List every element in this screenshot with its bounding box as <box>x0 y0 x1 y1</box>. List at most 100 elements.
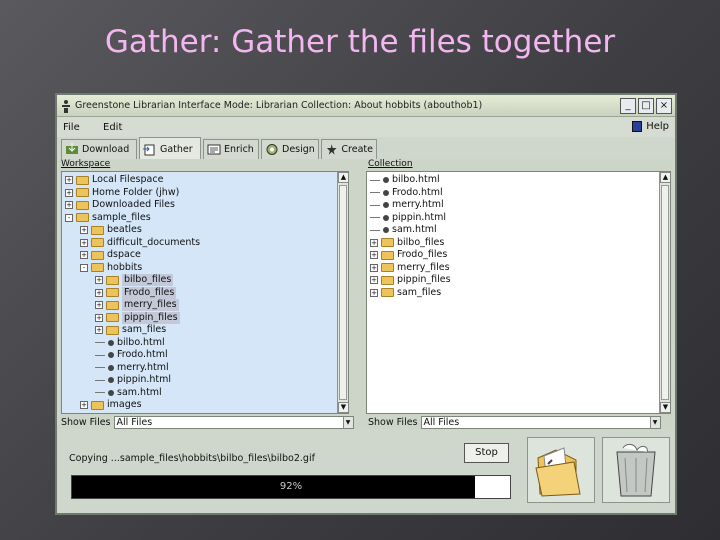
tree-folder-row[interactable]: - hobbits <box>80 262 142 274</box>
tree-folder-row[interactable]: + beatles <box>80 224 142 236</box>
tab-create[interactable]: Create <box>321 139 377 159</box>
workspace-scroll-thumb[interactable] <box>339 185 347 400</box>
collection-tree[interactable]: ▲ ▼ bilbo.html Frodo.html merry.html pippin… <box>366 171 671 414</box>
menu-help[interactable]: Help <box>632 121 669 132</box>
scroll-up-arrow-icon[interactable]: ▲ <box>338 172 348 183</box>
expand-icon[interactable]: + <box>95 326 103 334</box>
design-icon <box>266 144 278 155</box>
workspace-filter-select[interactable]: All Files ▼ <box>113 415 354 429</box>
trash-button[interactable] <box>602 437 670 503</box>
tab-download[interactable]: Download <box>61 139 137 159</box>
tree-folder-row[interactable]: + Frodo_files <box>370 249 447 261</box>
tree-file-row[interactable]: merry.html <box>95 362 169 374</box>
workspace-tree[interactable]: ▲ ▼ + Local Filespace + Home Folder (jhw) + D… <box>61 171 349 414</box>
workspace-scrollbar[interactable]: ▲ ▼ <box>337 172 348 413</box>
expand-icon[interactable]: + <box>95 301 103 309</box>
title-bar[interactable]: Greenstone Librarian Interface Mode: Lib… <box>57 95 675 117</box>
expand-icon[interactable]: + <box>80 251 88 259</box>
tree-file-row[interactable]: merry.html <box>370 199 444 211</box>
collapse-icon[interactable]: - <box>80 263 88 272</box>
tree-item-label: merry_files <box>122 299 179 311</box>
tree-file-row[interactable]: sam.html <box>95 387 162 399</box>
tree-folder-row[interactable]: + Downloaded Files <box>65 199 175 211</box>
collection-scroll-thumb[interactable] <box>661 185 669 400</box>
folder-icon <box>91 400 104 410</box>
tab-design[interactable]: Design <box>261 139 319 159</box>
file-icon <box>383 202 389 208</box>
tree-connector <box>95 367 105 368</box>
expand-icon[interactable]: + <box>65 188 73 197</box>
tree-file-row[interactable]: Frodo.html <box>370 187 443 199</box>
tab-enrich[interactable]: Enrich <box>203 139 259 159</box>
expand-icon[interactable]: + <box>80 226 88 234</box>
progress-area: Copying ...sample_files\hobbits\bilbo_fi… <box>59 433 519 508</box>
stop-button[interactable]: Stop <box>464 443 509 463</box>
scroll-down-arrow-icon[interactable]: ▼ <box>660 402 670 413</box>
maximize-button[interactable]: □ <box>638 98 654 114</box>
expand-icon[interactable]: + <box>95 288 103 297</box>
tree-folder-row[interactable]: + dspace <box>80 249 141 261</box>
expand-icon[interactable]: + <box>65 201 73 209</box>
tree-item-label: merry.html <box>117 361 169 373</box>
tree-folder-row[interactable]: + images <box>80 399 142 411</box>
new-folder-icon <box>535 447 581 497</box>
expand-icon[interactable]: + <box>65 176 73 184</box>
tree-folder-row[interactable]: + Frodo_files <box>95 286 177 299</box>
expand-icon[interactable]: + <box>95 313 103 322</box>
new-folder-button[interactable] <box>527 437 595 503</box>
tree-folder-row[interactable]: + sam_files <box>95 324 166 336</box>
tree-folder-row[interactable]: + merry_files <box>370 262 450 274</box>
collection-filter-select[interactable]: All Files ▼ <box>420 415 661 429</box>
menu-edit[interactable]: Edit <box>103 122 122 133</box>
expand-icon[interactable]: + <box>370 238 378 247</box>
tree-folder-row[interactable]: + Home Folder (jhw) <box>65 187 179 199</box>
tree-file-row[interactable]: pippin.html <box>95 374 171 386</box>
tree-file-row[interactable]: bilbo.html <box>95 337 165 349</box>
expand-icon[interactable]: + <box>370 288 378 297</box>
file-icon <box>383 214 389 221</box>
tree-folder-row[interactable]: + Local Filespace <box>65 174 163 186</box>
tree-item-label: pippin_files <box>122 311 180 324</box>
expand-icon[interactable]: + <box>95 276 103 284</box>
tree-item-label: sam_files <box>122 324 167 335</box>
tree-folder-row[interactable]: - sample_files <box>65 212 151 224</box>
folder-icon <box>106 325 119 335</box>
close-button[interactable]: × <box>656 98 672 114</box>
tab-create-label: Create <box>341 144 373 155</box>
tree-folder-row[interactable]: + pippin_files <box>370 274 451 286</box>
folder-icon <box>381 275 394 285</box>
collection-scrollbar[interactable]: ▲ ▼ <box>659 172 670 413</box>
expand-icon[interactable]: + <box>80 238 88 247</box>
chevron-down-icon[interactable]: ▼ <box>342 416 353 428</box>
folder-icon <box>106 300 119 310</box>
tree-item-label: beatles <box>107 224 142 235</box>
trash-bin-icon <box>616 443 656 497</box>
tree-folder-row[interactable]: + bilbo_files <box>95 274 174 286</box>
file-icon <box>383 189 389 196</box>
tree-connector <box>370 204 380 206</box>
tree-file-row[interactable]: Frodo.html <box>95 349 168 361</box>
tree-file-row[interactable]: pippin.html <box>370 212 446 224</box>
expand-icon[interactable]: + <box>370 251 378 259</box>
tab-gather[interactable]: Gather <box>139 137 201 160</box>
expand-icon[interactable]: + <box>370 276 378 284</box>
tree-file-row[interactable]: sam.html <box>370 224 437 236</box>
collapse-icon[interactable]: - <box>65 213 73 222</box>
tree-folder-row[interactable]: + difficult_documents <box>80 237 200 249</box>
scroll-down-arrow-icon[interactable]: ▼ <box>338 402 348 413</box>
expand-icon[interactable]: + <box>80 401 88 409</box>
minimize-button[interactable]: _ <box>620 98 636 114</box>
expand-icon[interactable]: + <box>370 263 378 272</box>
scroll-up-arrow-icon[interactable]: ▲ <box>660 172 670 183</box>
folder-icon <box>91 225 104 235</box>
tree-file-row[interactable]: bilbo.html <box>370 174 440 186</box>
tree-folder-row[interactable]: + merry_files <box>95 299 179 311</box>
tree-folder-row[interactable]: + bilbo_files <box>370 237 444 249</box>
help-book-icon <box>632 121 643 132</box>
folder-icon <box>76 213 89 222</box>
tree-folder-row[interactable]: + pippin_files <box>95 311 180 324</box>
chevron-down-icon[interactable]: ▼ <box>649 416 660 428</box>
tree-folder-row[interactable]: + sam_files <box>370 287 441 299</box>
menu-file[interactable]: File <box>63 122 80 133</box>
tree-item-label: dspace <box>107 249 141 260</box>
